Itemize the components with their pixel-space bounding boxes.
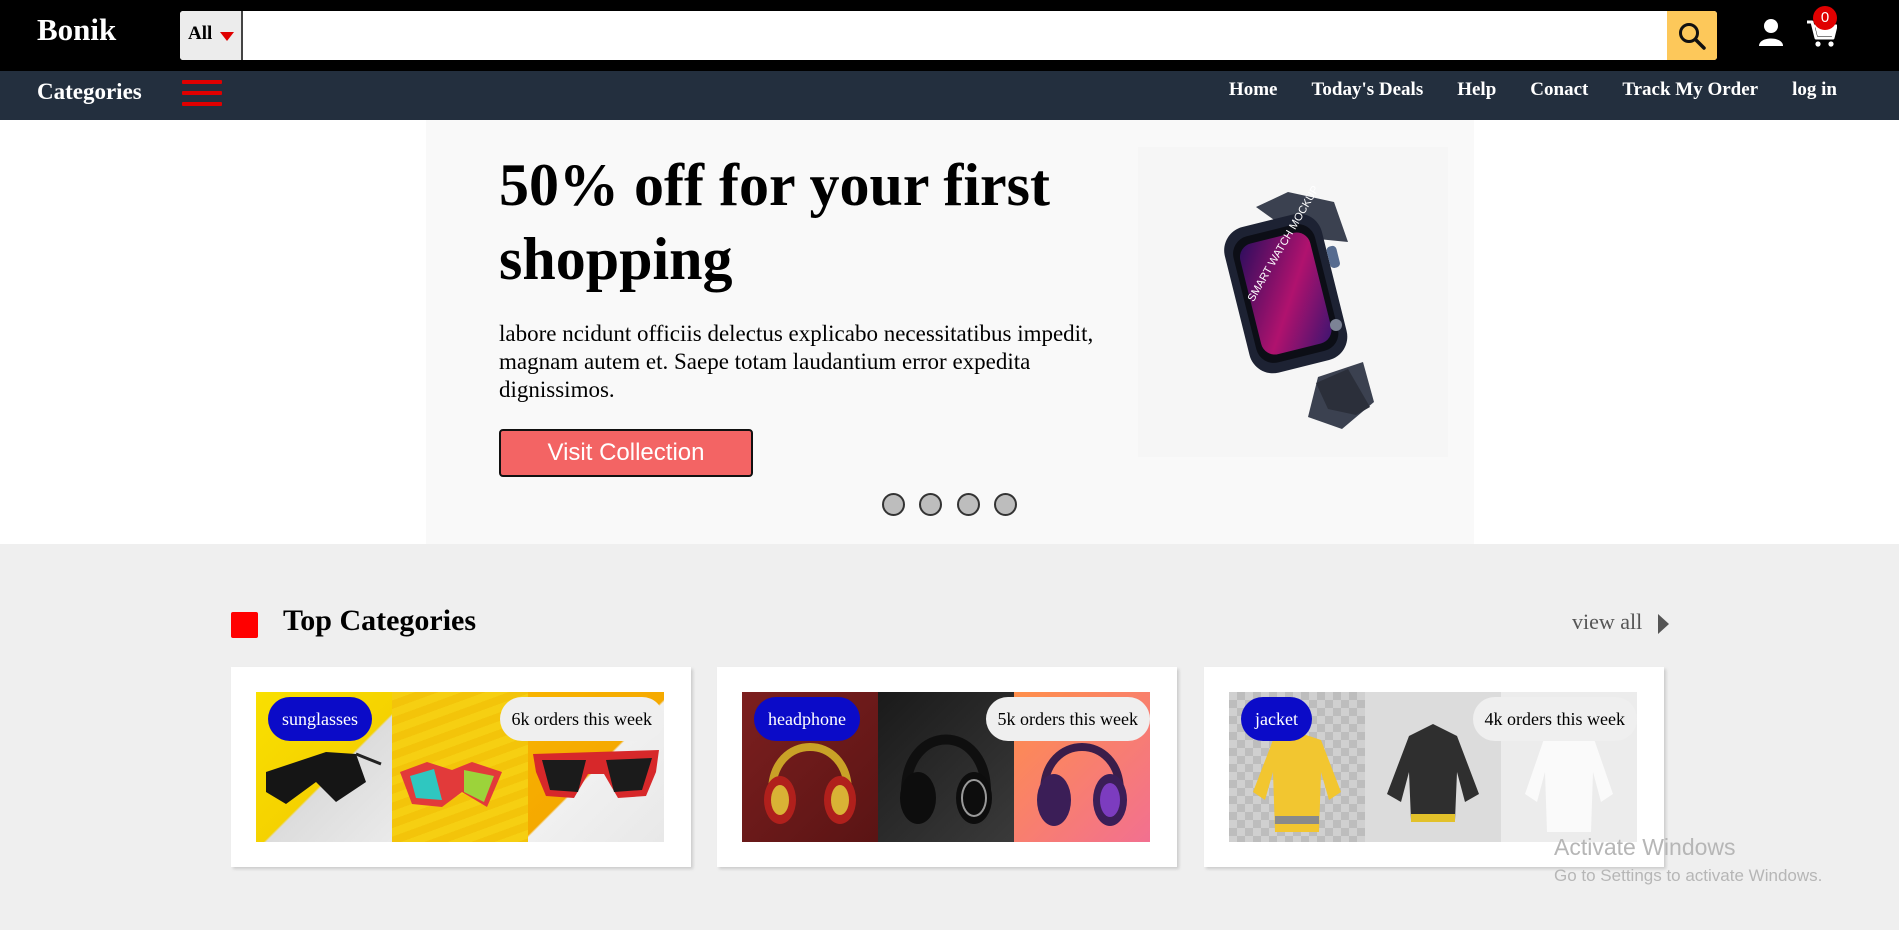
view-all-link[interactable]: view all [1572, 609, 1642, 635]
brand-logo[interactable]: Bonik [37, 12, 116, 48]
visit-collection-button[interactable]: Visit Collection [499, 429, 753, 477]
nav-link-contact[interactable]: Conact [1530, 79, 1588, 101]
search-bar: All [180, 11, 1717, 60]
nav-link-todays-deals[interactable]: Today's Deals [1311, 79, 1423, 101]
category-tag-jacket: jacket [1241, 697, 1312, 741]
smartwatch-image: SMART WATCH MOCKUP [1138, 147, 1448, 457]
carousel-dot-3[interactable] [957, 493, 980, 516]
hero-title: 50% off for your first shopping [499, 152, 1051, 292]
carousel-dot-4[interactable] [994, 493, 1017, 516]
category-tag-sunglasses: sunglasses [268, 697, 372, 741]
categories-label[interactable]: Categories [37, 79, 142, 105]
nav-link-home[interactable]: Home [1229, 79, 1278, 101]
category-card-headphone[interactable]: headphone 5k orders this week [717, 667, 1177, 867]
orders-badge-sunglasses: 6k orders this week [499, 697, 664, 741]
search-input[interactable] [245, 11, 1649, 60]
nav-links: Home Today's Deals Help Conact Track My Orde… [1195, 79, 1837, 101]
hero-description: labore ncidunt officiis delectus explica… [499, 321, 1094, 402]
carousel-dot-2[interactable] [919, 493, 942, 516]
search-category-select[interactable]: All [180, 11, 243, 60]
activate-windows-subtext: Go to Settings to activate Windows. [1554, 866, 1823, 885]
top-bar: Bonik All 0 [0, 0, 1899, 71]
category-tag-headphone: headphone [754, 697, 860, 741]
nav-link-login[interactable]: log in [1792, 79, 1837, 101]
search-category-label: All [188, 23, 213, 44]
orders-badge-headphone: 5k orders this week [985, 697, 1150, 741]
cart-count-badge: 0 [1813, 6, 1837, 30]
category-image-sunglasses: sunglasses 6k orders this week [256, 692, 664, 842]
hero-banner: 50% off for your first shopping labore n… [426, 120, 1474, 544]
section-title: Top Categories [283, 604, 477, 637]
orders-badge-jacket: 4k orders this week [1472, 697, 1637, 741]
category-card-sunglasses[interactable]: sunglasses 6k orders this week [231, 667, 691, 867]
caret-down-icon [220, 32, 234, 41]
user-icon[interactable] [1758, 18, 1784, 46]
search-button[interactable] [1667, 11, 1717, 60]
activate-windows-watermark: Activate Windows [1554, 834, 1736, 860]
category-image-jacket: jacket 4k orders this week [1229, 692, 1637, 842]
carousel-dot-1[interactable] [882, 493, 905, 516]
category-image-headphone: headphone 5k orders this week [742, 692, 1150, 842]
arrow-right-icon[interactable] [1658, 614, 1669, 634]
search-icon [1679, 23, 1706, 50]
section-marker-icon [231, 612, 258, 638]
nav-link-help[interactable]: Help [1457, 79, 1496, 101]
nav-bar: Categories Home Today's Deals Help Conact Tr… [0, 71, 1899, 120]
hamburger-menu-icon[interactable] [182, 80, 222, 108]
nav-link-track-order[interactable]: Track My Order [1622, 79, 1758, 101]
